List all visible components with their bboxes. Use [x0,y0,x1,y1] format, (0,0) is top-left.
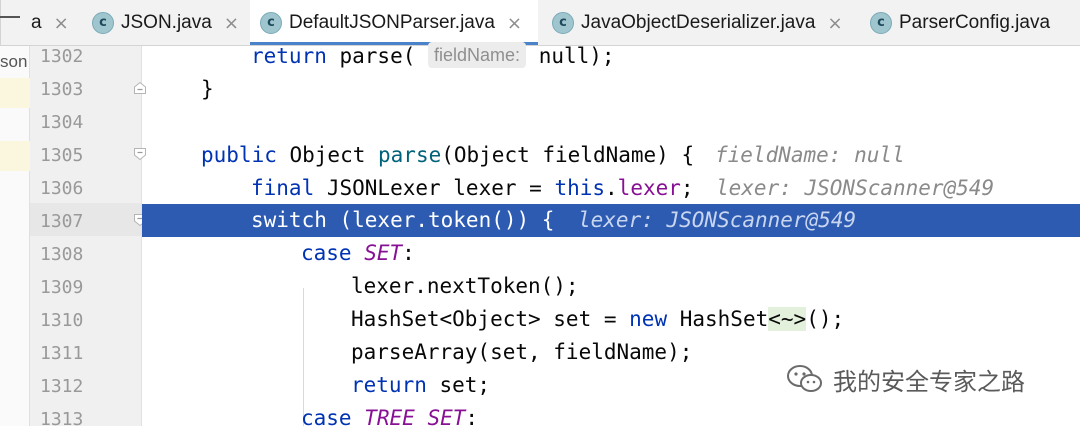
tab-label: JSON.java [121,12,212,33]
tab-label: JavaObjectDeserializer.java [581,12,816,33]
line-number: 1305 [40,145,84,166]
minus-icon[interactable] [0,16,20,18]
line-number: 1309 [40,277,84,298]
wechat-icon [787,365,822,392]
line-number: 1308 [40,244,84,265]
class-icon: c [260,12,282,34]
line-number: 1307 [40,211,84,232]
tab-label: ParserConfig.java [899,12,1051,33]
tree-highlight [0,141,30,171]
code-line-1308[interactable]: case SET: [142,237,1080,270]
line-number: 1302 [40,46,84,67]
line-number: 1313 [40,409,84,426]
line-number: 1312 [40,376,84,397]
code-line-1303[interactable]: } [142,73,1080,106]
code-line-1302[interactable]: return parse( fieldName: null); [142,40,1080,73]
class-icon: c [92,12,114,34]
class-icon: c [870,12,892,34]
tree-highlight [0,78,30,108]
debug-inline-value: fieldName: null [715,143,905,167]
line-number: 1303 [40,79,84,100]
close-icon[interactable]: × [54,13,69,34]
diamond-operator-hint: <~> [768,307,807,331]
close-icon[interactable]: × [224,13,239,34]
code-line-1304[interactable] [142,106,1080,139]
line-number: 1310 [40,310,84,331]
project-structure-strip: son [0,46,30,426]
watermark-text: 我的安全专家之路 [833,367,1025,396]
parameter-hint: fieldName: [428,42,527,68]
line-number: 1306 [40,178,84,199]
code-line-1310[interactable]: HashSet<Object> set = new HashSet<~>(); [142,303,1080,336]
debug-inline-value: lexer: JSONScanner@549 [716,176,995,200]
wechat-watermark: 我的安全专家之路 [785,360,1025,398]
line-number: 1311 [40,343,84,364]
code-line-1305[interactable]: public Object parse(Object fieldName) { … [142,139,1080,172]
code-line-1313[interactable]: case TREE_SET: [142,402,1080,426]
current-execution-line[interactable]: switch (lexer.token()) { lexer: JSONScan… [142,204,1080,237]
close-icon[interactable]: × [507,13,522,34]
tree-item-partial[interactable]: son [0,52,27,72]
code-line-1306[interactable]: final JSONLexer lexer = this.lexer; lexe… [142,172,1080,205]
tab-label: DefaultJSONParser.java [289,12,495,33]
code-line-1309[interactable]: lexer.nextToken(); [142,270,1080,303]
debug-inline-value: lexer: JSONScanner@549 [578,208,857,232]
class-icon: c [552,12,574,34]
line-number: 1304 [40,112,84,133]
tab-label: a [31,12,42,33]
close-icon[interactable]: × [827,13,842,34]
